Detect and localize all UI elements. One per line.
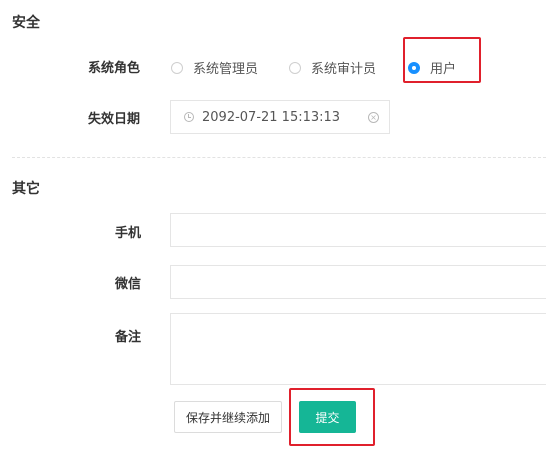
phone-label: 手机 [115,226,142,241]
remark-label: 备注 [115,330,142,345]
radio-sysadmin[interactable]: 系统管理员 [171,58,258,77]
radio-auditor[interactable]: 系统审计员 [289,58,376,77]
role-label: 系统角色 [88,61,141,76]
clock-icon [184,112,194,122]
radio-circle[interactable] [289,61,301,74]
radio-auditor-label: 系统审计员 [311,62,377,77]
wechat-input[interactable] [170,265,546,299]
save-continue-button[interactable]: 保存并继续添加 [174,401,282,433]
phone-input[interactable] [170,213,546,247]
highlight-box-user [403,37,481,83]
expiry-label: 失效日期 [88,112,141,127]
clear-icon[interactable]: × [368,112,379,123]
section-title-other: 其它 [12,181,40,197]
section-divider [12,157,546,158]
expiry-date-value: 2092-07-21 15:13:13 [202,109,341,125]
highlight-box-submit [289,388,375,446]
remark-textarea[interactable] [170,313,546,385]
radio-circle[interactable] [171,61,183,74]
section-title-security: 安全 [12,15,40,31]
radio-sysadmin-label: 系统管理员 [193,62,259,77]
expiry-date-input[interactable]: 2092-07-21 15:13:13 × [170,100,390,134]
wechat-label: 微信 [115,277,142,292]
